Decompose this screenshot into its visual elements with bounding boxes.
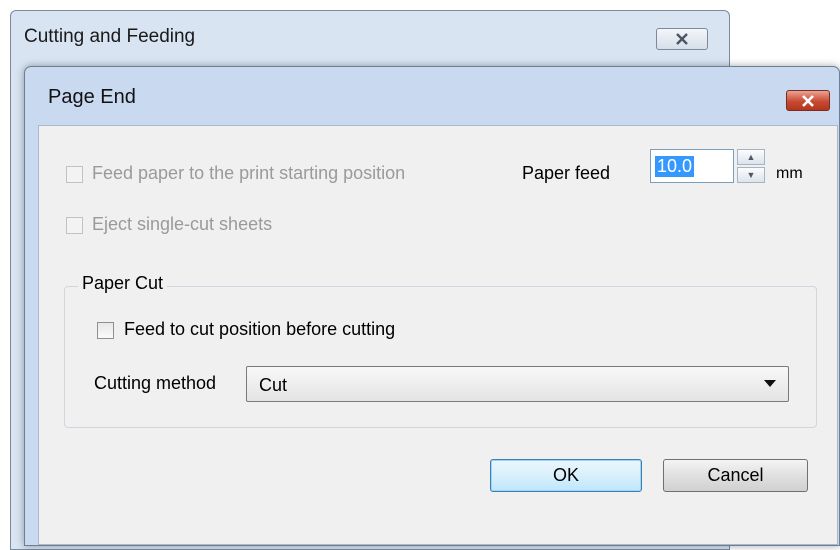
paper-feed-input[interactable]: 10.0 xyxy=(650,149,734,183)
paper-cut-group xyxy=(64,286,817,428)
feed-to-start-label: Feed paper to the print starting positio… xyxy=(92,163,406,183)
chevron-down-icon xyxy=(764,380,776,387)
cancel-button[interactable]: Cancel xyxy=(663,459,808,492)
feed-to-start-checkbox[interactable] xyxy=(66,166,83,183)
paper-feed-label: Paper feed xyxy=(522,163,611,183)
spin-up-icon[interactable]: ▲ xyxy=(737,149,765,165)
paper-cut-group-title: Paper Cut xyxy=(78,273,168,294)
eject-single-cut-label: Eject single-cut sheets xyxy=(92,214,273,234)
close-icon xyxy=(676,33,688,45)
cutting-method-label: Cutting method xyxy=(94,373,217,393)
feed-before-cut-label: Feed to cut position before cutting xyxy=(124,319,396,339)
ok-button[interactable]: OK xyxy=(490,459,642,492)
cutting-method-select[interactable]: Cut xyxy=(246,366,789,402)
paper-feed-unit: mm xyxy=(776,165,803,182)
spin-down-icon[interactable]: ▼ xyxy=(737,167,765,183)
feed-before-cut-checkbox[interactable] xyxy=(97,322,114,339)
dialog-close-button[interactable] xyxy=(786,90,830,111)
paper-feed-value: 10.0 xyxy=(655,156,695,177)
parent-window-title: Cutting and Feeding xyxy=(24,26,196,47)
dialog-title: Page End xyxy=(48,86,136,108)
close-icon xyxy=(802,94,814,107)
eject-single-cut-checkbox[interactable] xyxy=(66,217,83,234)
cutting-method-value: Cut xyxy=(259,375,288,395)
parent-close-button[interactable] xyxy=(656,28,708,50)
paper-feed-spinner[interactable]: ▲ ▼ xyxy=(737,149,765,183)
